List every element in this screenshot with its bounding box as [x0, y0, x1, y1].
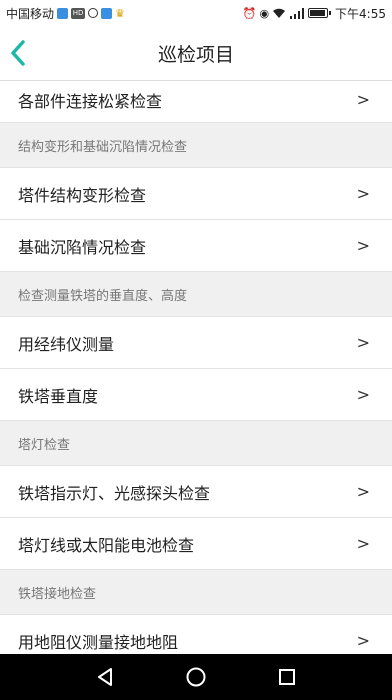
section-header: 检查测量铁塔的垂直度、高度 — [0, 272, 392, 317]
section-label: 检查测量铁塔的垂直度、高度 — [18, 288, 188, 304]
chevron-right-icon: > — [356, 236, 370, 255]
list-item[interactable]: 用地阻仪测量接地地阻 > — [0, 615, 392, 654]
list-item-label: 用地阻仪测量接地地阻 — [18, 632, 179, 652]
chevron-right-icon: > — [356, 534, 370, 553]
app-header: 巡检项目 — [0, 26, 392, 80]
square-recent-icon — [278, 669, 295, 685]
battery-icon — [308, 8, 332, 18]
list-item-label: 各部件连接松紧检查 — [18, 91, 163, 111]
list-item[interactable]: 用经纬仪测量 > — [0, 317, 392, 369]
circle-home-icon — [186, 667, 206, 687]
list-item-label: 塔件结构变形检查 — [18, 185, 147, 205]
back-button[interactable] — [8, 39, 28, 67]
section-label: 塔灯检查 — [18, 437, 71, 453]
nav-home-button[interactable] — [181, 662, 211, 692]
signal-icon — [290, 7, 305, 19]
section-header: 铁塔接地检查 — [0, 570, 392, 615]
list-item[interactable]: 塔灯线或太阳能电池检查 > — [0, 518, 392, 570]
list-item[interactable]: 基础沉陷情况检查 > — [0, 220, 392, 272]
status-bar: 中国移动 HD ♛ ⏰ ◉ 下午4:55 — [0, 0, 392, 26]
list-item[interactable]: 塔件结构变形检查 > — [0, 168, 392, 220]
nav-back-button[interactable] — [90, 662, 120, 692]
chevron-right-icon: > — [356, 333, 370, 352]
list-item-label: 塔灯线或太阳能电池检查 — [18, 535, 195, 555]
section-label: 结构变形和基础沉陷情况检查 — [18, 139, 188, 155]
section-header: 塔灯检查 — [0, 421, 392, 466]
section-label: 铁塔接地检查 — [18, 586, 97, 602]
chevron-left-icon — [11, 40, 25, 66]
chevron-right-icon: > — [356, 385, 370, 404]
chevron-right-icon: > — [356, 631, 370, 650]
carrier-label: 中国移动 — [6, 6, 55, 21]
list-item-label: 铁塔指示灯、光感探头检查 — [18, 483, 211, 503]
wifi-icon — [273, 8, 286, 18]
list-item-label: 用经纬仪测量 — [18, 334, 115, 354]
eye-icon: ◉ — [259, 6, 270, 20]
list-item-label: 基础沉陷情况检查 — [18, 237, 147, 257]
triangle-back-icon — [98, 668, 113, 686]
message-notification-icon — [101, 7, 113, 19]
list-item[interactable]: 各部件连接松紧检查 > — [0, 81, 392, 123]
circle-notification-icon — [88, 8, 99, 18]
system-nav-bar — [0, 654, 392, 700]
chevron-right-icon: > — [356, 184, 370, 203]
chevron-right-icon: > — [356, 90, 370, 109]
section-header: 结构变形和基础沉陷情况检查 — [0, 123, 392, 168]
page-title: 巡检项目 — [157, 43, 234, 66]
chevron-right-icon: > — [356, 482, 370, 501]
clock-time: 下午4:55 — [335, 6, 386, 21]
app-notification-icon — [57, 7, 69, 19]
inspection-list[interactable]: 各部件连接松紧检查 > 结构变形和基础沉陷情况检查 塔件结构变形检查 > 基础沉… — [0, 80, 392, 654]
list-item[interactable]: 铁塔指示灯、光感探头检查 > — [0, 466, 392, 518]
list-item[interactable]: 铁塔垂直度 > — [0, 369, 392, 421]
crown-notification-icon: ♛ — [115, 6, 125, 20]
hd-notification-icon: HD — [71, 7, 86, 19]
nav-recent-button[interactable] — [272, 662, 302, 692]
alarm-icon: ⏰ — [242, 6, 257, 20]
list-item-label: 铁塔垂直度 — [18, 386, 99, 406]
